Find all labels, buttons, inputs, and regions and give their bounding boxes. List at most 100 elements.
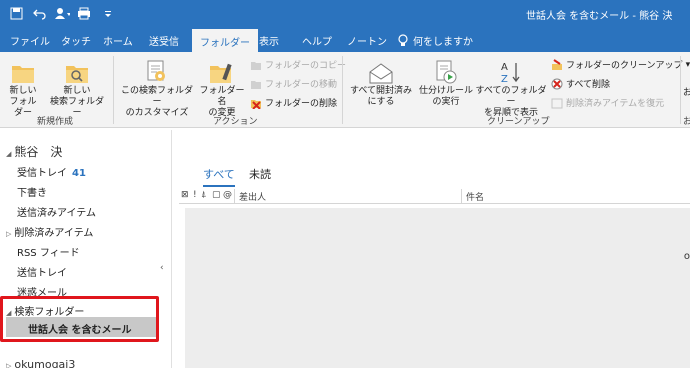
group-label-actions: アクション: [213, 117, 258, 127]
type-column-icon[interactable]: ▢: [212, 190, 221, 200]
filter-all-tab[interactable]: すべて: [203, 166, 235, 187]
delete-folder-icon: [251, 99, 261, 109]
move-folder-label: フォルダーの移動: [265, 80, 338, 90]
new-folder-label-1: 新しい: [9, 86, 37, 96]
mark-all-read-label-1: すべて開封済み: [349, 86, 412, 96]
rename-folder-button[interactable]: フォルダー名 の変更: [196, 58, 248, 119]
account-name: 熊谷 決: [14, 145, 63, 159]
folder-icon: [12, 66, 34, 83]
outlook-window: 世話人会 を含むメール - 熊谷 決 ファイル タッチ ホーム 送受信 フォルダ…: [0, 0, 690, 368]
customize-label-2: のカスタマイズ: [125, 108, 189, 118]
rename-label-1: フォルダー名: [199, 86, 245, 107]
reminder-column-icon[interactable]: ⍋: [201, 190, 206, 200]
column-divider[interactable]: [461, 189, 462, 203]
next-group-edge: お: [683, 88, 690, 99]
ribbon-separator: [113, 56, 114, 124]
lightbulb-icon: [398, 34, 408, 46]
collapsed-triangle-icon[interactable]: ▷: [6, 230, 11, 238]
folder-cleanup-label: フォルダーのクリーンアップ: [566, 61, 683, 71]
sort-az-icon: AZ: [501, 62, 520, 84]
tab-send-receive[interactable]: 送受信: [149, 33, 179, 48]
folder-sent[interactable]: 送信済みアイテム: [17, 204, 96, 219]
ribbon: 新しい フォルダー 新しい 検索フォルダー 新規作成 この検索フォルダー のカス…: [0, 52, 690, 128]
svg-text:A: A: [501, 62, 508, 73]
second-account[interactable]: ▷ okumogai3: [6, 358, 75, 368]
copy-folder-button[interactable]: フォルダーのコピー: [250, 58, 346, 71]
mark-all-read-button[interactable]: すべて開封済み にする: [346, 58, 416, 108]
quick-access-toolbar: [8, 5, 116, 21]
ribbon-separator: [680, 56, 681, 124]
move-folder-button[interactable]: フォルダーの移動: [250, 77, 337, 90]
attachment-column-icon[interactable]: @: [223, 190, 232, 200]
folder-deleted-label: 削除済みアイテム: [14, 228, 94, 239]
show-all-folders-az-button[interactable]: AZ すべてのフォルダー を昇順で表示: [475, 58, 547, 119]
highlight-box: [0, 296, 159, 342]
tab-folder[interactable]: フォルダー: [192, 28, 258, 52]
copy-folder-icon: [251, 61, 261, 70]
group-label-new: 新規作成: [37, 117, 74, 127]
tab-help[interactable]: ヘルプ: [302, 33, 332, 48]
account-header[interactable]: ◢ 熊谷 決: [6, 143, 62, 160]
save-icon[interactable]: [8, 5, 24, 21]
message-list-pane: すべて 未読 ⊠ ! ⍋ ▢ @ 差出人 件名 o: [173, 130, 690, 368]
tell-me-box[interactable]: 何をしますか: [398, 33, 473, 48]
filter-unread-tab[interactable]: 未読: [249, 166, 271, 182]
tab-file[interactable]: ファイル: [10, 33, 50, 48]
tell-me-label: 何をしますか: [413, 37, 473, 48]
message-list-body[interactable]: [185, 208, 690, 368]
move-folder-icon: [251, 80, 261, 89]
column-divider[interactable]: [234, 189, 235, 203]
collapsed-triangle-icon: ▷: [6, 362, 12, 368]
recover-deleted-button[interactable]: 削除済みアイテムを復元: [551, 96, 664, 109]
ribbon-separator: [342, 56, 343, 124]
flag-column-icon[interactable]: !: [193, 190, 197, 200]
delete-all-label: すべて削除: [566, 80, 611, 90]
clipped-text: o: [683, 251, 690, 262]
from-column-header[interactable]: 差出人: [239, 190, 266, 203]
search-folder-settings-icon: [147, 60, 165, 81]
new-folder-button[interactable]: 新しい フォルダー: [6, 58, 40, 119]
run-rules-button[interactable]: 仕分けルール の実行: [417, 58, 475, 108]
customize-search-folder-button[interactable]: この検索フォルダー のカスタマイズ: [117, 58, 197, 119]
delete-folder-label: フォルダーの削除: [265, 99, 338, 109]
group-label-cleanup: クリーンアップ: [487, 117, 550, 127]
folder-drafts[interactable]: 下書き: [17, 184, 47, 199]
customize-icon[interactable]: [100, 5, 116, 21]
run-rules-label-1: 仕分けルール: [418, 86, 473, 96]
tab-touch[interactable]: タッチ: [61, 33, 91, 48]
collapse-pane-icon[interactable]: ‹: [160, 263, 164, 273]
importance-column-icon[interactable]: ⊠: [181, 190, 189, 200]
delete-folder-button[interactable]: フォルダーの削除: [250, 96, 337, 109]
folder-outbox[interactable]: 送信トレイ: [17, 264, 67, 279]
rename-folder-icon: [210, 63, 232, 83]
delete-all-button[interactable]: すべて削除: [551, 77, 610, 90]
mark-all-read-label-2: にする: [367, 97, 395, 107]
subject-column-header[interactable]: 件名: [466, 190, 484, 203]
folder-pane: ‹ ◢ 熊谷 決 受信トレイ 41 下書き 送信済みアイテム ▷ 削除済みアイテム R…: [0, 130, 172, 368]
folder-deleted[interactable]: ▷ 削除済みアイテム: [6, 224, 93, 239]
tab-home[interactable]: ホーム: [103, 33, 133, 48]
folder-cleanup-button[interactable]: フォルダーのクリーンアップ ▾: [551, 58, 690, 71]
run-rules-label-2: の実行: [432, 97, 460, 107]
tab-view[interactable]: 表示: [259, 33, 279, 48]
folder-inbox[interactable]: 受信トレイ 41: [17, 164, 86, 179]
open-envelope-icon: [369, 63, 393, 84]
column-header-row: ⊠ ! ⍋ ▢ @ 差出人 件名: [179, 188, 690, 204]
folder-rss[interactable]: RSS フィード: [17, 244, 80, 259]
print-icon[interactable]: [77, 5, 93, 21]
run-rules-icon: [436, 60, 457, 84]
cleanup-icon: [552, 58, 562, 70]
window-title: 世話人会 を含むメール - 熊谷 決: [526, 11, 673, 22]
second-account-name: okumogai3: [14, 358, 76, 368]
show-all-folders-label-1: すべてのフォルダー: [475, 86, 547, 107]
folder-inbox-label: 受信トレイ: [17, 168, 67, 179]
undo-icon[interactable]: [31, 5, 47, 21]
customize-label-1: この検索フォルダー: [120, 86, 193, 107]
next-group-label-edge: お: [683, 117, 690, 127]
new-folder-label-2: フォルダー: [9, 97, 37, 118]
tab-norton[interactable]: ノートン: [347, 33, 387, 48]
chevron-down-icon: ▾: [685, 59, 690, 70]
send-receive-icon[interactable]: [54, 5, 70, 21]
new-search-folder-button[interactable]: 新しい 検索フォルダー: [47, 58, 107, 119]
copy-folder-label: フォルダーのコピー: [265, 61, 347, 71]
